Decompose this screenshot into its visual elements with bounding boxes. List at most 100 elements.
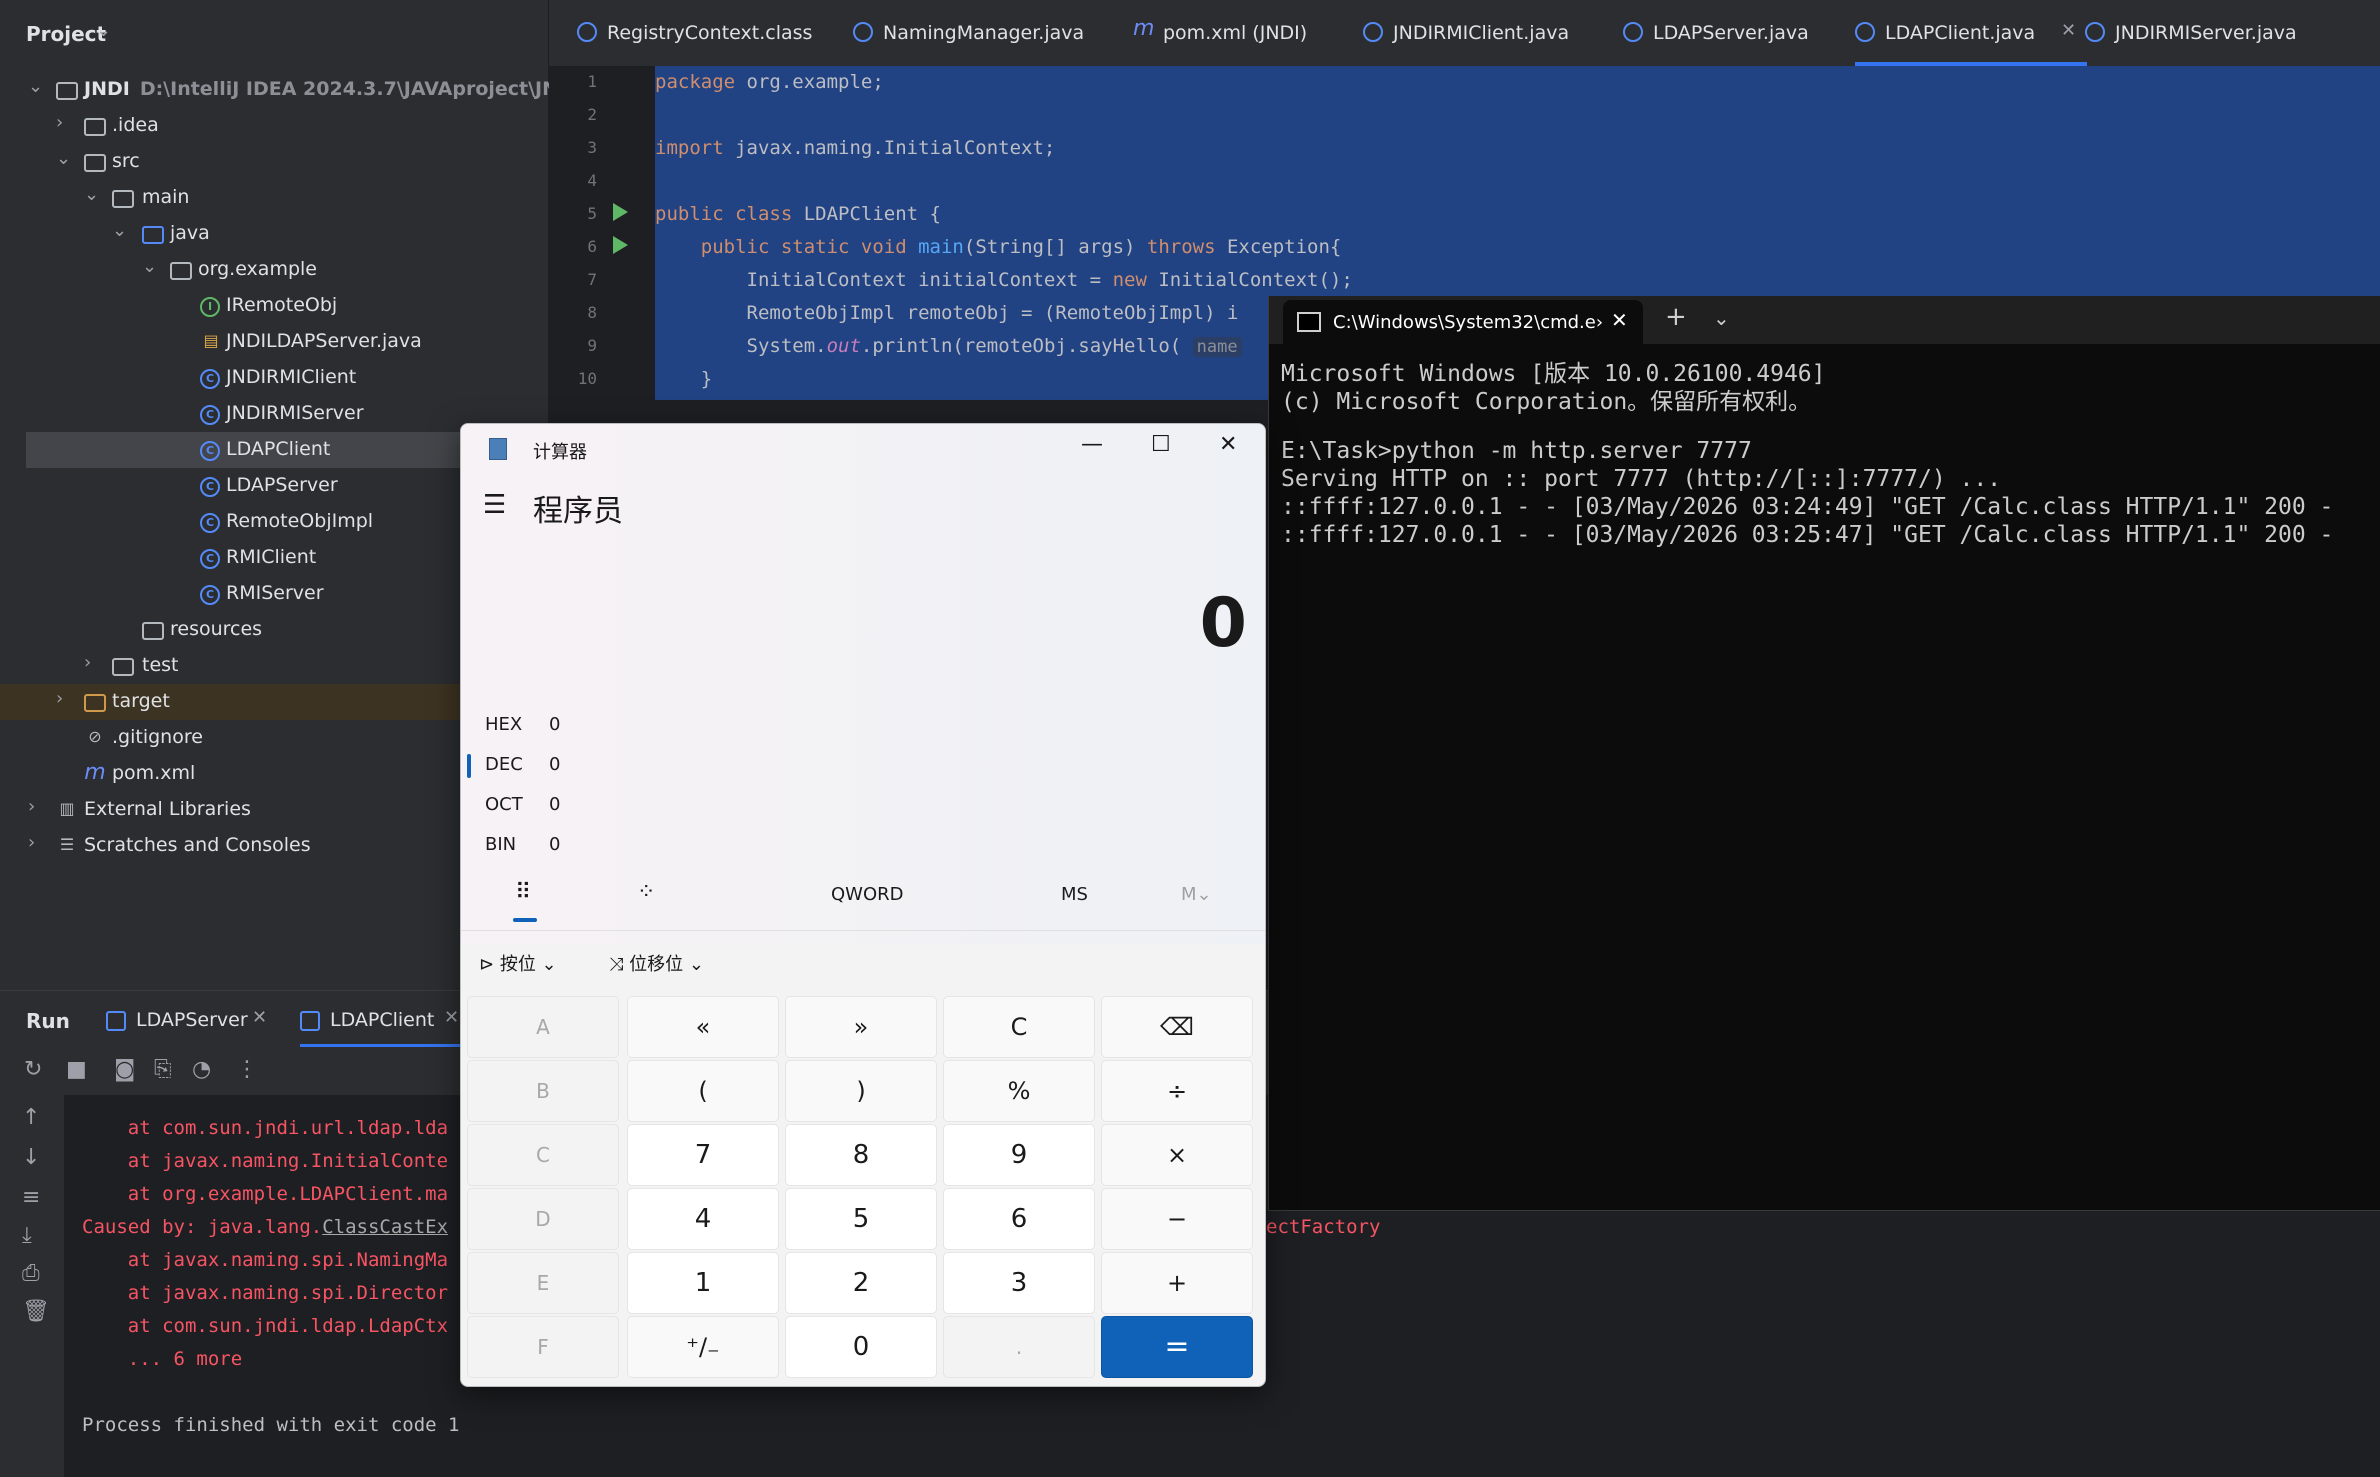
code-line: public static void main(String[] args) t… [700,236,1342,258]
key-c-hex[interactable]: C [467,1124,619,1186]
key-a[interactable]: A [467,996,619,1058]
close-icon[interactable]: ✕ [2061,20,2076,41]
print-icon[interactable]: ⎙ [22,1261,40,1286]
tree-item-java[interactable]: ⌄ java [0,216,548,252]
key-percent[interactable]: % [943,1060,1095,1122]
close-icon[interactable]: ✕ [1611,308,1628,332]
chevron-right-icon[interactable]: › [84,652,91,673]
terminal-line: ::ffff:127.0.0.1 - - [03/May/2026 03:25:… [1281,522,2334,548]
stop-icon[interactable]: ■ [66,1057,87,1082]
tree-item-iremoteobj[interactable]: I IRemoteObj [0,288,548,324]
chevron-down-icon[interactable]: ⌄ [96,20,111,41]
maximize-icon[interactable]: ☐ [1151,432,1171,457]
key-open-paren[interactable]: ( [627,1060,779,1122]
line-number: 3 [587,138,597,157]
radix-oct[interactable]: OCT 0 [461,788,861,824]
calculator-window[interactable]: 计算器 — ☐ ✕ ☰ 程序员 0 HEX 0 DEC 0 OCT 0 BIN 0 ⠿ … [460,423,1266,1387]
radix-hex[interactable]: HEX 0 [461,708,861,744]
close-icon[interactable]: ✕ [1219,432,1237,457]
key-9[interactable]: 9 [943,1124,1095,1186]
soft-wrap-icon[interactable]: ≡ [22,1185,40,1210]
tree-item-idea[interactable]: › .idea [0,108,548,144]
bitwise-dropdown[interactable]: ⊳ 按位 ⌄ [479,950,557,976]
chevron-right-icon[interactable]: › [56,112,63,133]
key-5[interactable]: 5 [785,1188,937,1250]
key-d[interactable]: D [467,1188,619,1250]
key-8[interactable]: 8 [785,1124,937,1186]
memory-store-button[interactable]: MS [1061,884,1088,905]
resources-folder-icon [142,622,164,640]
chevron-right-icon[interactable]: › [28,832,35,853]
run-icon[interactable] [613,203,628,221]
minimize-icon[interactable]: — [1081,432,1103,457]
key-plus[interactable]: + [1101,1252,1253,1314]
key-equals[interactable]: = [1101,1316,1253,1378]
rerun-icon[interactable]: ↻ [24,1057,42,1082]
camera-icon[interactable]: ◙ [114,1057,135,1082]
chevron-right-icon[interactable]: › [56,688,63,709]
arrow-down-icon[interactable]: ↓ [22,1145,40,1170]
tree-item-org-example[interactable]: ⌄ org.example [0,252,548,288]
key-3[interactable]: 3 [943,1252,1095,1314]
run-tab-ldapclient[interactable]: LDAPClient ✕ [300,991,460,1047]
tree-item-jndi[interactable]: ⌄ JNDI D:\IntelliJ IDEA 2024.3.7\JAVAproj… [0,72,581,108]
console-line: at com.sun.jndi.ldap.LdapCtx [82,1315,449,1337]
key-clear[interactable]: C [943,996,1095,1058]
terminal-tab[interactable]: C:\Windows\System32\cmd.e› ✕ [1283,300,1643,344]
run-tab-ldapserver[interactable]: LDAPServer ✕ [106,991,276,1047]
radix-bin[interactable]: BIN 0 [461,828,861,864]
key-divide[interactable]: ÷ [1101,1060,1253,1122]
key-4[interactable]: 4 [627,1188,779,1250]
more-icon[interactable]: ⋮ [236,1057,258,1082]
tree-item-jndildapserver[interactable]: ▤ JNDILDAPServer.java [0,324,548,360]
key-1[interactable]: 1 [627,1252,779,1314]
key-0[interactable]: 0 [785,1316,937,1378]
restore-layout-icon[interactable]: ⎘ [154,1057,172,1082]
word-size-button[interactable]: QWORD [831,884,904,905]
hamburger-menu-icon[interactable]: ☰ [483,490,506,520]
chevron-down-icon[interactable]: ⌄ [142,256,157,277]
chevron-down-icon[interactable]: ⌄ [28,76,43,97]
key-f[interactable]: F [467,1316,619,1378]
radix-dec[interactable]: DEC 0 [461,748,861,784]
chevron-down-icon[interactable]: ⌄ [1713,306,1730,330]
tree-item-jndirmiclient[interactable]: C JNDIRMIClient [0,360,548,396]
key-backspace[interactable]: ⌫ [1101,996,1253,1058]
memory-dropdown-button[interactable]: M⌄ [1181,884,1212,905]
key-b[interactable]: B [467,1060,619,1122]
tree-item-main[interactable]: ⌄ main [0,180,548,216]
tab-ldapclient[interactable]: LDAPClient.java ✕ [1855,0,2087,66]
close-icon[interactable]: ✕ [444,1007,459,1028]
key-shift-right[interactable]: » [785,996,937,1058]
key-minus[interactable]: − [1101,1188,1253,1250]
key-multiply[interactable]: × [1101,1124,1253,1186]
chevron-down-icon[interactable]: ⌄ [112,220,127,241]
arrow-up-icon[interactable]: ↑ [22,1105,40,1130]
keypad-icon[interactable]: ⠿ [515,880,531,905]
scroll-to-end-icon[interactable]: ⤓ [22,1223,32,1248]
key-2[interactable]: 2 [785,1252,937,1314]
terminal-window[interactable]: C:\Windows\System32\cmd.e› ✕ + ⌄ Microso… [1268,296,2380,1211]
tree-item-src[interactable]: ⌄ src [0,144,548,180]
key-negate[interactable]: ⁺/₋ [627,1316,779,1378]
bit-toggle-icon[interactable]: ⁘ [637,880,655,905]
chevron-down-icon[interactable]: ⌄ [56,148,71,169]
key-6[interactable]: 6 [943,1188,1095,1250]
new-tab-icon[interactable]: + [1665,302,1687,332]
key-7[interactable]: 7 [627,1124,779,1186]
tree-label: target [112,690,170,712]
class-link[interactable]: ClassCastEx [322,1216,448,1238]
key-e[interactable]: E [467,1252,619,1314]
run-icon[interactable] [613,236,628,254]
chevron-down-icon[interactable]: ⌄ [84,184,99,205]
trash-icon[interactable]: 🗑 [22,1299,50,1324]
key-shift-left[interactable]: « [627,996,779,1058]
key-decimal[interactable]: . [943,1316,1095,1378]
key-close-paren[interactable]: ) [785,1060,937,1122]
library-icon: ▥ [59,799,75,818]
project-title[interactable]: Project [26,22,106,46]
close-icon[interactable]: ✕ [252,1007,267,1028]
chevron-right-icon[interactable]: › [28,796,35,817]
coverage-icon[interactable]: ◔ [192,1057,211,1082]
bitshift-dropdown[interactable]: ⤨ 位移位 ⌄ [609,950,704,976]
